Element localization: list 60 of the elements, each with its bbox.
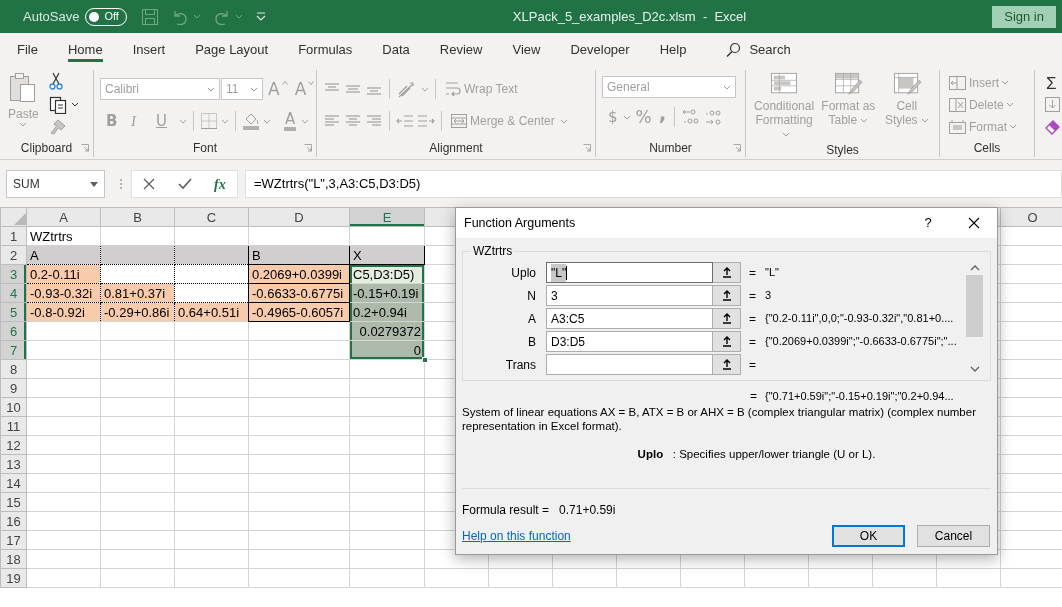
argument-label: B	[527, 333, 537, 351]
equals-sign: =	[750, 388, 757, 405]
argument-field[interactable]: A3:C5	[546, 308, 713, 329]
column-header[interactable]: D	[248, 207, 350, 227]
window-title: XLPack_5_examples_D2c.xlsm - Excel	[512, 7, 747, 26]
ribbon-tab[interactable]: File	[2, 33, 53, 66]
group-label: Styles	[826, 142, 859, 157]
argument-help: Uplo : Specifies upper/lower triangle (U or L).	[636, 446, 877, 462]
argument-field[interactable]: "L"	[546, 262, 713, 283]
equals-sign: =	[749, 287, 757, 305]
argument-label: N	[526, 287, 537, 305]
ribbon-tab[interactable]: Formulas	[283, 33, 368, 66]
ribbon-tab[interactable]: Data	[367, 33, 425, 66]
column-header[interactable]: B	[100, 207, 175, 227]
column-header[interactable]: E	[349, 207, 425, 227]
help-link[interactable]: Help on this function	[462, 527, 571, 545]
ribbon-tab[interactable]: Review	[424, 33, 498, 66]
ribbon-tab[interactable]: View	[497, 33, 556, 66]
argument-value: {"0.2069+0.0399i";"-0.6633-0.6775i";"...	[765, 334, 957, 350]
sheet-cell: 0.64+0.51i	[174, 302, 249, 322]
formula-result-value: 0.71+0.59i	[559, 502, 616, 519]
column-header[interactable]: O	[1000, 207, 1062, 227]
ribbon-tab[interactable]: Insert	[117, 33, 181, 66]
group-label: Alignment	[429, 140, 483, 157]
insert-function-button[interactable]: fx	[214, 173, 226, 195]
function-description: System of linear equations AX = B, ATX = B or AHX = B (complex triangular matrix) (complex number representation in Excel format).	[461, 406, 977, 434]
column-header[interactable]: C	[174, 207, 249, 227]
equals-sign: =	[749, 356, 757, 374]
sign-in-button[interactable]: Sign in	[992, 5, 1056, 28]
result-value: {"0.71+0.59i";"-0.15+0.19i";"0.2+0.94...	[765, 388, 954, 404]
argument-label: A	[527, 310, 537, 328]
argument-field[interactable]: 3	[546, 285, 713, 306]
group-label: Clipboard	[20, 140, 73, 157]
argument-label: Trans	[504, 356, 537, 374]
argument-value: 3	[765, 288, 772, 304]
ribbon-tab[interactable]: Page Layout	[180, 33, 284, 66]
equals-sign: =	[749, 264, 757, 282]
argument-value: {"0.2-0.11i",0,0;"-0.93-0.32i","0.81+0....	[765, 311, 954, 327]
group-label: Cells	[973, 140, 1001, 157]
dialog-button[interactable]: OK	[832, 525, 905, 547]
autosave-label: AutoSave	[23, 7, 80, 26]
help-button[interactable]: ?	[905, 213, 951, 233]
argument-field[interactable]: D3:D5	[546, 331, 713, 352]
name-box[interactable]: SUM	[6, 170, 105, 198]
ribbon-tab[interactable]: Help	[644, 33, 702, 66]
column-header[interactable]: A	[26, 207, 101, 227]
function-name: WZtrtrs	[472, 245, 514, 257]
equals-sign: =	[749, 310, 757, 328]
argument-label: Uplo	[510, 264, 537, 282]
argument-value: "L"	[765, 265, 779, 281]
formula-field[interactable]: =WZtrtrs("L",3,A3:C5,D3:D5)	[245, 170, 1062, 198]
group-label: Number	[649, 140, 692, 157]
dialog-button[interactable]: Cancel	[917, 525, 990, 547]
group-label: Font	[193, 140, 217, 157]
search-field[interactable]: Search	[749, 39, 830, 60]
equals-sign: =	[749, 333, 757, 351]
dialog-title: Function Arguments	[464, 214, 576, 232]
ribbon-tab[interactable]: Developer	[555, 33, 645, 66]
sheet-cell: WZtrtrs	[26, 226, 101, 246]
formula-result-label: Formula result =	[462, 502, 550, 519]
